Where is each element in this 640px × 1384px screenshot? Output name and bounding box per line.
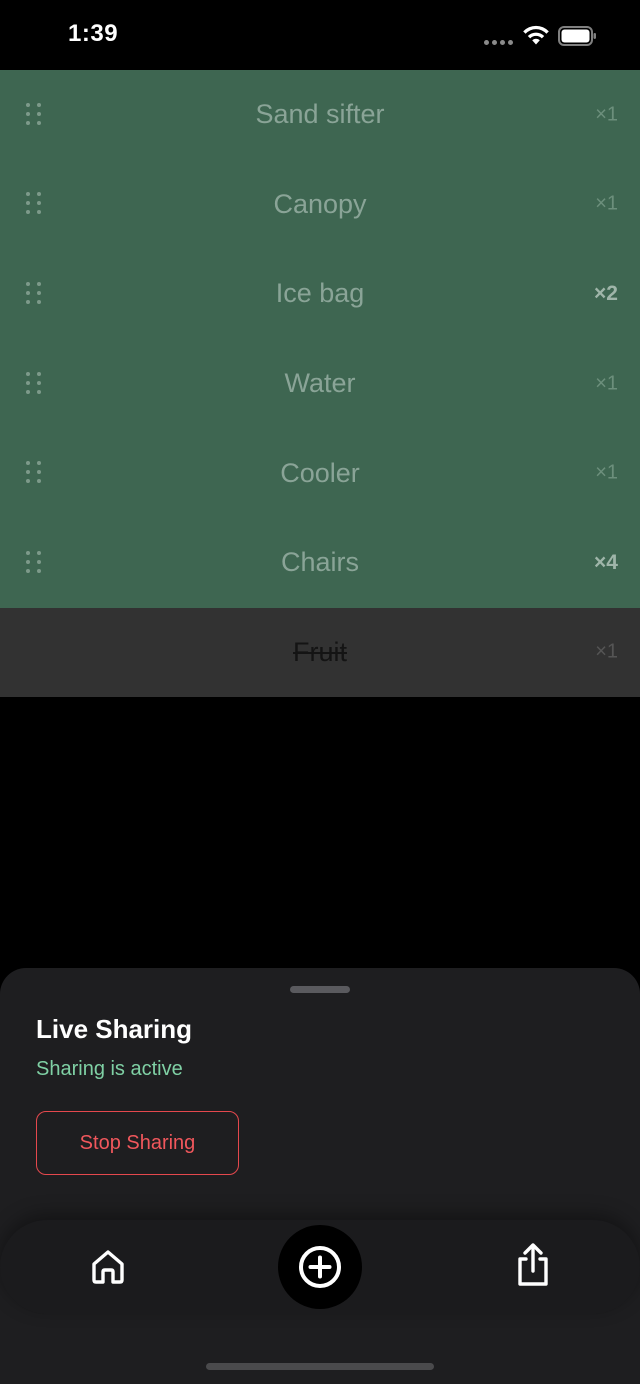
- list-item[interactable]: Ice bag ×2: [0, 249, 640, 339]
- list-item[interactable]: Canopy ×1: [0, 159, 640, 250]
- drag-handle-icon[interactable]: [26, 281, 42, 306]
- home-icon[interactable]: [86, 1245, 130, 1289]
- tab-bar: [0, 1220, 640, 1314]
- item-quantity[interactable]: ×1: [595, 103, 618, 126]
- list-item[interactable]: Water ×1: [0, 338, 640, 429]
- list-item[interactable]: Chairs ×4: [0, 517, 640, 608]
- list-item[interactable]: Cooler ×1: [0, 428, 640, 518]
- stop-sharing-button[interactable]: Stop Sharing: [36, 1111, 239, 1175]
- item-name: Ice bag: [275, 278, 365, 309]
- item-name: Sand sifter: [255, 99, 385, 130]
- share-icon[interactable]: [511, 1242, 555, 1288]
- item-name: Canopy: [273, 188, 367, 219]
- cellular-dots-icon: [484, 40, 513, 45]
- drag-handle-icon[interactable]: [26, 550, 42, 575]
- item-quantity[interactable]: ×1: [595, 462, 618, 485]
- battery-icon: [558, 26, 596, 46]
- status-bar: 1:39: [0, 0, 640, 70]
- status-time: 1:39: [68, 20, 119, 47]
- item-quantity[interactable]: ×1: [595, 641, 618, 664]
- item-name: Cooler: [280, 457, 360, 488]
- item-name: Chairs: [280, 547, 360, 578]
- sheet-title: Live Sharing: [36, 1014, 193, 1044]
- add-circle-icon: [299, 1246, 341, 1288]
- home-indicator: [206, 1363, 434, 1370]
- item-quantity[interactable]: ×2: [594, 282, 618, 306]
- item-quantity[interactable]: ×4: [594, 551, 618, 575]
- sharing-status: Sharing is active: [36, 1058, 183, 1080]
- item-quantity[interactable]: ×1: [595, 193, 618, 216]
- item-name: Water: [284, 368, 356, 399]
- add-item-button[interactable]: [278, 1225, 362, 1309]
- drag-handle-icon[interactable]: [26, 192, 42, 216]
- drag-handle-icon[interactable]: [26, 102, 42, 127]
- live-sharing-sheet: Live Sharing Sharing is active Stop Shar…: [0, 968, 640, 1384]
- list-item[interactable]: Sand sifter ×1: [0, 70, 640, 160]
- drag-handle-icon[interactable]: [26, 461, 42, 485]
- item-name: Fruit: [293, 636, 347, 667]
- item-quantity[interactable]: ×1: [595, 372, 618, 395]
- list-item[interactable]: Fruit ×1: [0, 607, 640, 697]
- sheet-grabber[interactable]: [290, 986, 350, 993]
- drag-handle-icon[interactable]: [26, 371, 42, 396]
- item-list: Sand sifter ×1 Canopy ×1 Ice bag ×2 Water ×1 Coo…: [0, 70, 640, 697]
- wifi-icon: [523, 25, 549, 45]
